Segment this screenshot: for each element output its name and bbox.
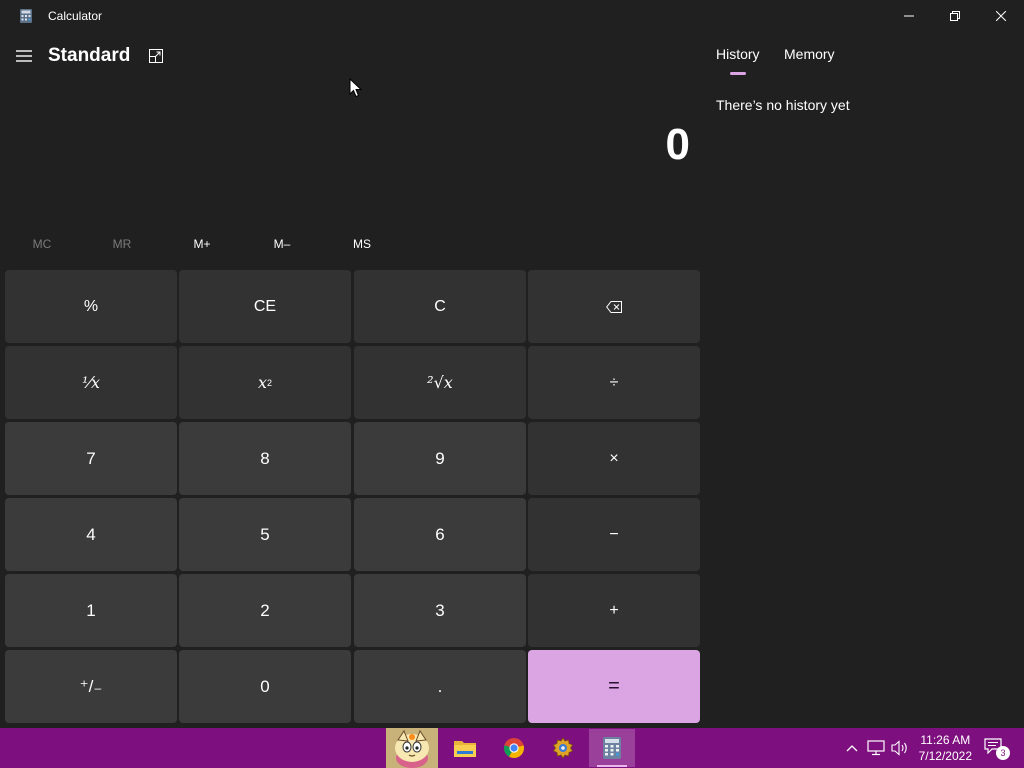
- subtract-button[interactable]: −: [528, 498, 700, 571]
- calculator-icon: [603, 737, 621, 759]
- restore-icon: [950, 11, 960, 21]
- digit-0-button[interactable]: 0: [179, 650, 351, 723]
- keep-on-top-icon: [149, 49, 163, 63]
- minimize-button[interactable]: [886, 0, 932, 32]
- taskbar-app-file-explorer[interactable]: [442, 729, 488, 767]
- taskbar: 11:26 AM 7/12/2022 3: [0, 728, 1024, 768]
- tab-history[interactable]: History: [716, 46, 760, 62]
- digit-1-button[interactable]: 1: [5, 574, 177, 647]
- taskbar-app-chrome[interactable]: [491, 729, 537, 767]
- square-button[interactable]: x2: [179, 346, 351, 419]
- tab-memory[interactable]: Memory: [784, 46, 835, 62]
- notification-count-badge: 3: [996, 746, 1010, 760]
- active-app-indicator: [597, 765, 627, 767]
- digit-3-button[interactable]: 3: [354, 574, 526, 647]
- volume-icon: [891, 740, 907, 756]
- display-value: 0: [665, 120, 690, 169]
- digit-9-button[interactable]: 9: [354, 422, 526, 495]
- keep-on-top-button[interactable]: [143, 43, 169, 69]
- memory-clear-button[interactable]: MC: [7, 230, 77, 258]
- minimize-icon: [904, 15, 914, 17]
- history-empty-message: There’s no history yet: [716, 97, 850, 113]
- volume-button[interactable]: [890, 738, 910, 758]
- clear-button[interactable]: C: [354, 270, 526, 343]
- digit-2-button[interactable]: 2: [179, 574, 351, 647]
- show-hidden-icons-button[interactable]: [842, 738, 862, 758]
- app-title: Calculator: [48, 9, 103, 23]
- network-icon: [867, 740, 885, 756]
- mode-title: Standard: [48, 45, 131, 66]
- digit-7-button[interactable]: 7: [5, 422, 177, 495]
- file-explorer-icon: [454, 741, 476, 757]
- memory-subtract-button[interactable]: M–: [247, 230, 317, 258]
- percent-button[interactable]: %: [5, 270, 177, 343]
- taskbar-clock[interactable]: 11:26 AM 7/12/2022: [919, 732, 972, 764]
- notification-center-button[interactable]: 3: [984, 736, 1010, 760]
- square-label: x: [257, 373, 267, 392]
- game-icon: [386, 728, 438, 768]
- close-icon: [996, 11, 1006, 21]
- hamburger-icon: [16, 50, 32, 62]
- clear-entry-button[interactable]: CE: [179, 270, 351, 343]
- square-exponent: 2: [267, 377, 273, 388]
- equals-button[interactable]: =: [528, 650, 700, 723]
- chevron-up-icon: [846, 745, 858, 752]
- backspace-icon: [606, 300, 622, 313]
- clock-date: 7/12/2022: [918, 749, 972, 763]
- clock-time: 11:26 AM: [920, 733, 971, 747]
- memory-add-button[interactable]: M+: [167, 230, 237, 258]
- mouse-cursor-icon: [349, 78, 363, 98]
- memory-recall-button[interactable]: MR: [87, 230, 157, 258]
- navigation-menu-button[interactable]: [10, 42, 38, 70]
- calculator-window: Calculator Standard 0 MC MR M+ M– MS % C…: [0, 0, 1024, 728]
- backspace-button[interactable]: [528, 270, 700, 343]
- close-button[interactable]: [978, 0, 1024, 32]
- title-bar[interactable]: Calculator: [0, 0, 1024, 32]
- taskbar-app-calculator[interactable]: [589, 729, 635, 767]
- digit-8-button[interactable]: 8: [179, 422, 351, 495]
- restore-button[interactable]: [932, 0, 978, 32]
- reciprocal-label: ⅟x: [81, 373, 101, 392]
- square-root-button[interactable]: ²√x: [354, 346, 526, 419]
- negate-button[interactable]: ⁺/₋: [5, 650, 177, 723]
- taskbar-app-game[interactable]: [386, 728, 438, 768]
- chrome-icon: [503, 738, 525, 759]
- digit-6-button[interactable]: 6: [354, 498, 526, 571]
- reciprocal-button[interactable]: ⅟x: [5, 346, 177, 419]
- settings-app-icon: [552, 737, 574, 759]
- digit-5-button[interactable]: 5: [179, 498, 351, 571]
- square-root-label: ²√x: [427, 373, 453, 392]
- divide-button[interactable]: ÷: [528, 346, 700, 419]
- taskbar-app-settings[interactable]: [540, 729, 586, 767]
- multiply-button[interactable]: ×: [528, 422, 700, 495]
- active-tab-indicator: [730, 72, 746, 75]
- network-button[interactable]: [866, 738, 886, 758]
- digit-4-button[interactable]: 4: [5, 498, 177, 571]
- memory-store-button[interactable]: MS: [327, 230, 397, 258]
- calculator-icon: [20, 9, 32, 23]
- add-button[interactable]: +: [528, 574, 700, 647]
- decimal-button[interactable]: .: [354, 650, 526, 723]
